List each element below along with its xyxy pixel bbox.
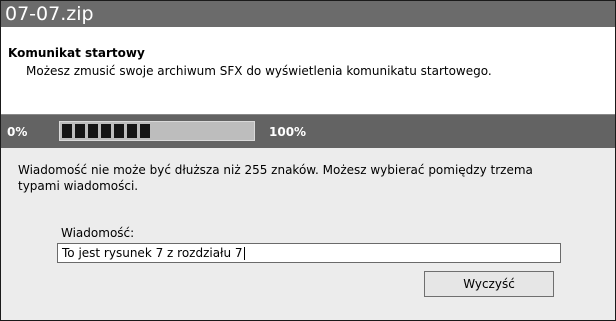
clear-button-label: Wyczyść — [463, 277, 515, 291]
progress-segment — [140, 124, 150, 138]
info-text: Wiadomość nie może być dłuższa niż 255 z… — [18, 163, 533, 193]
progress-end-label: 100% — [269, 125, 307, 139]
message-label: Wiadomość: — [61, 226, 135, 240]
progress-panel: 0% 100% — [1, 115, 615, 148]
clear-button[interactable]: Wyczyść — [424, 271, 554, 297]
window-title: 07-07.zip — [5, 3, 94, 25]
message-input[interactable]: To jest rysunek 7 z rozdziału 7 — [57, 243, 561, 263]
progress-track — [59, 121, 255, 141]
progress-segment — [62, 124, 72, 138]
step-title: Komunikat startowy — [8, 46, 145, 60]
progress-fill — [62, 124, 150, 138]
content-area: Wiadomość nie może być dłuższa niż 255 z… — [1, 148, 615, 320]
step-header: Komunikat startowy Możesz zmusić swoje a… — [1, 27, 615, 115]
progress-segment — [114, 124, 124, 138]
progress-segment — [88, 124, 98, 138]
text-caret — [243, 247, 245, 260]
progress-segment — [101, 124, 111, 138]
dialog-window: 07-07.zip Komunikat startowy Możesz zmus… — [0, 0, 616, 321]
progress-segment — [127, 124, 137, 138]
step-description: Możesz zmusić swoje archiwum SFX do wyśw… — [26, 64, 492, 78]
progress-start-label: 0% — [7, 125, 28, 139]
message-value: To jest rysunek 7 z rozdziału 7 — [62, 246, 243, 260]
progress-segment — [75, 124, 85, 138]
title-bar: 07-07.zip — [1, 1, 615, 27]
